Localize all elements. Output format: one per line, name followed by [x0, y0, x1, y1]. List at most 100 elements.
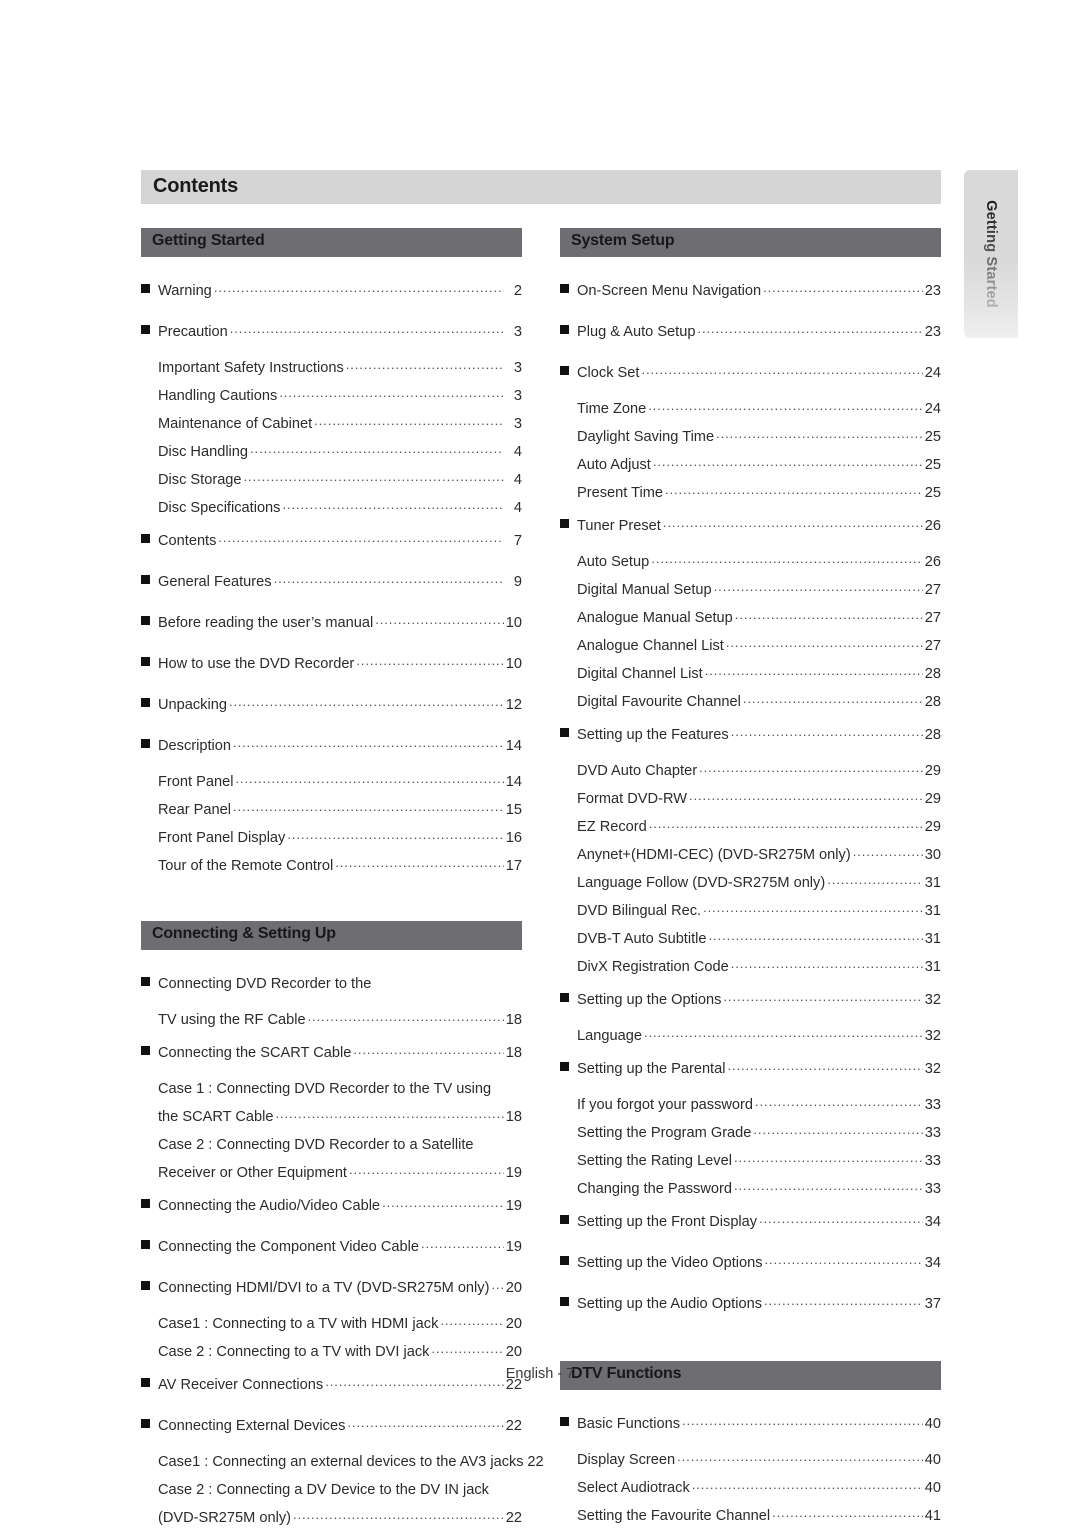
toc-entry[interactable]: Connecting the Component Video Cable 19 [141, 1227, 522, 1268]
toc-entry[interactable]: How to use the DVD Recorder 10 [141, 644, 522, 685]
toc-entry[interactable]: Precaution 3 [141, 312, 522, 353]
dot-leader [734, 1150, 923, 1165]
toc-entry[interactable]: Case 2 : Connecting a DV Device to the D… [141, 1475, 522, 1503]
toc-entry[interactable]: Auto Setup 26 [560, 547, 941, 575]
dot-leader [279, 385, 504, 400]
toc-entry[interactable]: If you forgot your password 33 [560, 1090, 941, 1118]
toc-entry[interactable]: Front Panel 14 [141, 767, 522, 795]
toc-entry[interactable]: Digital Channel List 28 [560, 659, 941, 687]
square-bullet-icon [141, 283, 150, 293]
dot-leader [653, 454, 923, 469]
toc-entry[interactable]: Before reading the user’s manual 10 [141, 603, 522, 644]
toc-entry[interactable]: Anynet+(HDMI-CEC) (DVD-SR275M only) 30 [560, 840, 941, 868]
square-bullet-icon [141, 697, 150, 707]
toc-entry[interactable]: Setting up the Options 32 [560, 980, 941, 1021]
toc-entry[interactable]: General Features 9 [141, 562, 522, 603]
toc-entry[interactable]: Setting up the Front Display 34 [560, 1202, 941, 1243]
toc-entry[interactable]: Display Screen 40 [560, 1445, 941, 1473]
toc-entry[interactable]: Warning 2 [141, 271, 522, 312]
toc-entry[interactable]: DVD Auto Chapter 29 [560, 756, 941, 784]
toc-entry-label: Digital Manual Setup [577, 581, 712, 598]
toc-entry[interactable]: Receiver or Other Equipment 19 [141, 1158, 522, 1186]
toc-entry[interactable]: Case1 : Connecting an external devices t… [141, 1447, 544, 1475]
toc-entry-label: Display Screen [577, 1451, 676, 1468]
square-bullet-icon [141, 574, 150, 584]
toc-entry[interactable]: Handling Cautions 3 [141, 381, 522, 409]
toc-entry[interactable]: Analogue Channel List 27 [560, 631, 941, 659]
toc-entry[interactable]: Select Audiotrack 40 [560, 1473, 941, 1501]
dot-leader [274, 571, 504, 586]
toc-entry[interactable]: TV using the RF Cable 18 [141, 1005, 522, 1033]
toc-entry[interactable]: Connecting DVD Recorder to the [141, 964, 522, 1005]
dot-leader [827, 872, 923, 887]
toc-entry[interactable]: Tour of the Remote Control 17 [141, 851, 522, 879]
toc-entry[interactable]: Format DVD-RW 29 [560, 784, 941, 812]
toc-entry-label: Setting up the Audio Options [577, 1295, 762, 1312]
toc-entry[interactable]: Rear Panel 15 [141, 795, 522, 823]
toc-entry[interactable]: Setting up the Audio Options 37 [560, 1284, 941, 1325]
toc-entry[interactable]: Connecting the Audio/Video Cable 19 [141, 1186, 522, 1227]
toc-entry[interactable]: DVD Bilingual Rec. 31 [560, 896, 941, 924]
toc-entry[interactable]: Setting up the Features 28 [560, 715, 941, 756]
toc-entry[interactable]: Basic Functions 40 [560, 1404, 941, 1445]
toc-entry[interactable]: Maintenance of Cabinet 3 [141, 409, 522, 437]
section-header-label: System Setup [571, 232, 675, 249]
toc-entry[interactable]: Clock Set 24 [560, 353, 941, 394]
toc-entry[interactable]: Unpacking 12 [141, 685, 522, 726]
toc-entry[interactable]: Setting up the Video Options 34 [560, 1243, 941, 1284]
toc-entry[interactable]: Changing the Password 33 [560, 1174, 941, 1202]
dot-leader [648, 398, 923, 413]
toc-entry[interactable]: Disc Handling 4 [141, 437, 522, 465]
toc-entry[interactable]: Description 14 [141, 726, 522, 767]
toc-entry-label: Clock Set [577, 364, 640, 381]
toc-entry-page-number: 19 [505, 1197, 522, 1214]
toc-entry[interactable]: Language 32 [560, 1021, 941, 1049]
toc-entry[interactable]: Front Panel Display 16 [141, 823, 522, 851]
toc-entry[interactable]: the SCART Cable 18 [141, 1102, 522, 1130]
square-bullet-icon [560, 1061, 569, 1071]
toc-entry-page-number: 29 [924, 762, 941, 779]
toc-entry[interactable]: Connecting HDMI/DVI to a TV (DVD-SR275M … [141, 1268, 522, 1309]
toc-entry-label: Contents [158, 532, 217, 549]
toc-entry[interactable]: Disc Storage 4 [141, 465, 522, 493]
toc-list: On-Screen Menu Navigation23Plug & Auto S… [560, 271, 941, 1325]
toc-entry[interactable]: Tuner Preset 26 [560, 506, 941, 547]
toc-entry[interactable]: Setting the Rating Level 33 [560, 1146, 941, 1174]
square-bullet-icon [141, 1198, 150, 1208]
toc-entry[interactable]: Setting the Program Grade 33 [560, 1118, 941, 1146]
toc-entry[interactable]: Disc Specifications 4 [141, 493, 522, 521]
toc-entry[interactable]: Important Safety Instructions 3 [141, 353, 522, 381]
toc-entry[interactable]: EZ Record 29 [560, 812, 941, 840]
toc-entry-label: Warning [158, 282, 212, 299]
toc-entry[interactable]: Case 2 : Connecting DVD Recorder to a Sa… [141, 1130, 522, 1158]
toc-entry[interactable]: Digital Favourite Channel 28 [560, 687, 941, 715]
toc-entry-label: Language [577, 1027, 642, 1044]
toc-entry[interactable]: Plug & Auto Setup 23 [560, 312, 941, 353]
toc-entry[interactable]: Setting up the Parental 32 [560, 1049, 941, 1090]
toc-entry[interactable]: DivX Registration Code 31 [560, 952, 941, 980]
toc-entry[interactable]: Time Zone 24 [560, 394, 941, 422]
toc-entry[interactable]: On-Screen Menu Navigation 23 [560, 271, 941, 312]
toc-entry[interactable]: Daylight Saving Time 25 [560, 422, 941, 450]
toc-entry[interactable]: Case1 : Connecting to a TV with HDMI jac… [141, 1309, 522, 1337]
toc-entry[interactable]: Connecting External Devices 22 [141, 1406, 522, 1447]
toc-entry-label: Connecting DVD Recorder to the [158, 975, 372, 992]
toc-entry[interactable]: (DVD-SR275M only) 22 [141, 1503, 522, 1531]
toc-entry[interactable]: Auto Adjust 25 [560, 450, 941, 478]
toc-entry[interactable]: Analogue Manual Setup 27 [560, 603, 941, 631]
toc-entry[interactable]: Contents 7 [141, 521, 522, 562]
toc-entry-page-number: 34 [924, 1254, 941, 1271]
toc-entry[interactable]: Present Time 25 [560, 478, 941, 506]
dot-leader [765, 1252, 923, 1267]
toc-entry[interactable]: Digital Manual Setup 27 [560, 575, 941, 603]
toc-entry[interactable]: Connecting the SCART Cable 18 [141, 1033, 522, 1074]
square-bullet-icon [560, 518, 569, 528]
toc-entry-label: Analogue Manual Setup [577, 609, 733, 626]
toc-entry-label: Tuner Preset [577, 517, 661, 534]
toc-entry[interactable]: Setting the Favourite Channel 41 [560, 1501, 941, 1529]
toc-entry[interactable]: Language Follow (DVD-SR275M only) 31 [560, 868, 941, 896]
toc-entry[interactable]: Case 1 : Connecting DVD Recorder to the … [141, 1074, 522, 1102]
toc-entry[interactable]: Case 2 : Connecting to a TV with DVI jac… [141, 1337, 522, 1365]
toc-entry[interactable]: DVB-T Auto Subtitle 31 [560, 924, 941, 952]
